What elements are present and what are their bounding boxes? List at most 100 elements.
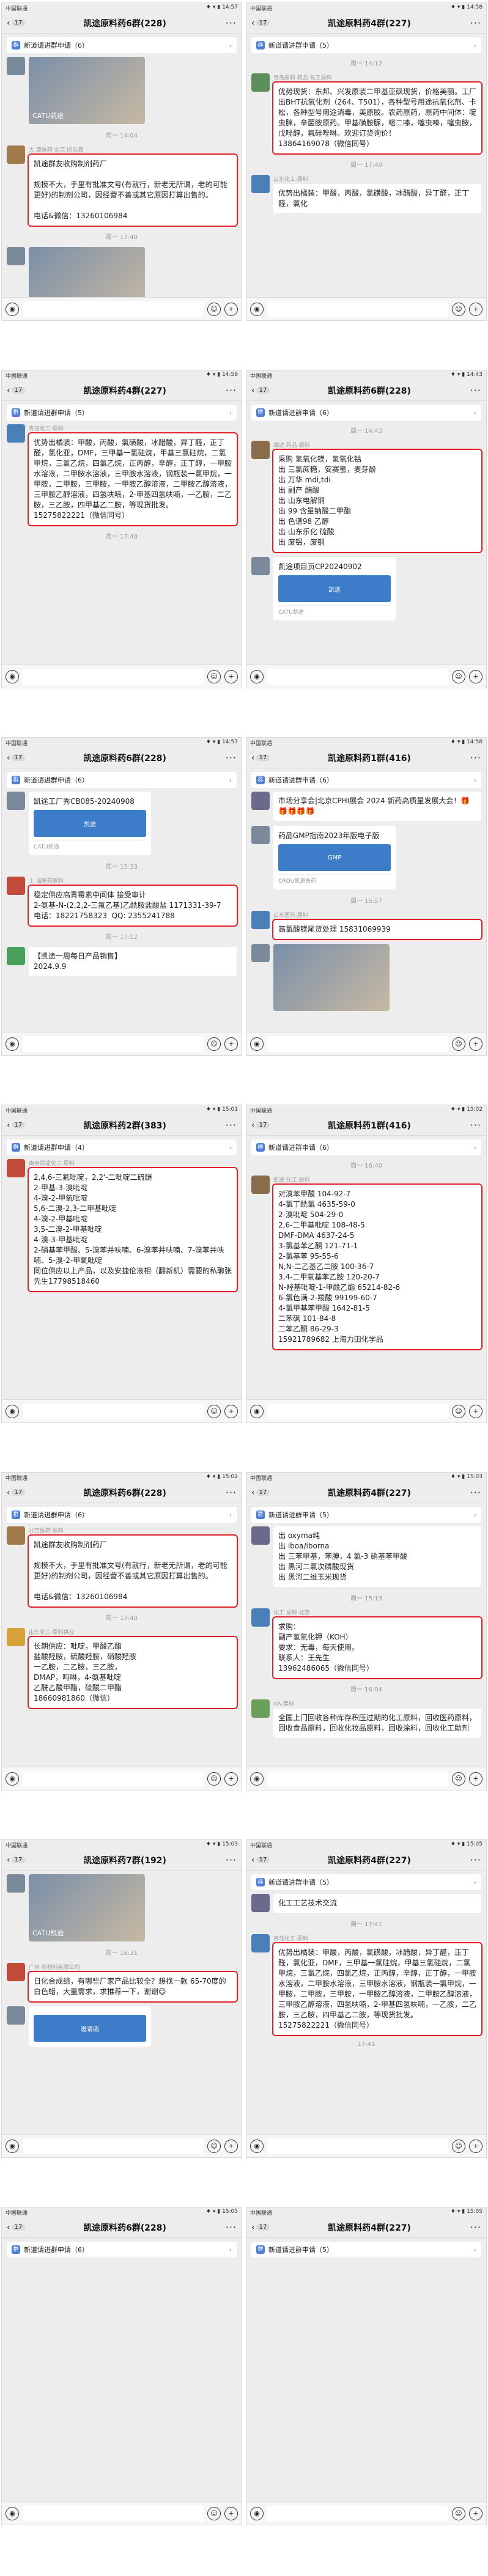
avatar[interactable]: [251, 1699, 270, 1718]
message-input[interactable]: [23, 2138, 204, 2154]
back-button[interactable]: ‹ 17: [251, 1120, 272, 1131]
avatar[interactable]: [7, 1526, 25, 1545]
back-button[interactable]: ‹ 17: [7, 1487, 28, 1498]
message-bubble[interactable]: 全国上门回收各种库存积压过期的化工原料，回收医药原料，回收食品原料，回收化妆品原…: [273, 1709, 481, 1738]
message-input[interactable]: [267, 301, 448, 317]
message-input[interactable]: [23, 301, 204, 317]
join-request-notice[interactable]: 群新道请进群申请（6） ›: [7, 37, 237, 53]
plus-icon[interactable]: +: [224, 1037, 238, 1051]
plus-icon[interactable]: +: [224, 302, 238, 316]
join-request-notice[interactable]: 群新道请进群申请（5） ›: [251, 2242, 481, 2258]
plus-icon[interactable]: +: [469, 669, 482, 683]
avatar[interactable]: [251, 1176, 270, 1194]
message-bubble[interactable]: 高氯酸镁尾货处理 15831069939: [272, 919, 482, 940]
voice-icon[interactable]: ◉: [250, 1404, 264, 1418]
message-input[interactable]: [23, 1770, 204, 1787]
more-options-icon[interactable]: ···: [222, 2221, 237, 2233]
avatar[interactable]: [251, 792, 270, 810]
more-options-icon[interactable]: ···: [222, 1119, 237, 1131]
join-request-notice[interactable]: 群新道请进群申请（6） ›: [7, 772, 237, 788]
emoji-icon[interactable]: ☺: [207, 1772, 221, 1786]
avatar[interactable]: [7, 947, 25, 965]
avatar[interactable]: [251, 826, 270, 844]
plus-icon[interactable]: +: [224, 669, 238, 683]
join-request-notice[interactable]: 群新道请进群申请（5） ›: [251, 37, 481, 53]
plus-icon[interactable]: +: [224, 1772, 238, 1786]
message-bubble[interactable]: 2,4,6-三氟吡啶，2,2'-二吡啶二硫醚 2-甲基-3-溴吡啶 4-溴-2-…: [28, 1167, 238, 1292]
voice-icon[interactable]: ◉: [250, 2139, 264, 2153]
avatar[interactable]: [7, 877, 25, 895]
back-button[interactable]: ‹ 17: [251, 1855, 272, 1866]
more-options-icon[interactable]: ···: [222, 17, 237, 29]
message-input[interactable]: [267, 2505, 448, 2522]
image-message[interactable]: [273, 944, 390, 1011]
avatar[interactable]: [251, 441, 270, 459]
message-bubble[interactable]: 求购： 副产氢氧化钾（KOH） 要求：无毒，每天使用。 联系人：王先生 1396…: [272, 1616, 482, 1679]
avatar[interactable]: [251, 911, 270, 929]
voice-icon[interactable]: ◉: [6, 669, 19, 683]
join-request-notice[interactable]: 群新道请进群申请（5） ›: [251, 1874, 481, 1890]
avatar[interactable]: [251, 175, 270, 193]
back-button[interactable]: ‹ 17: [7, 385, 28, 396]
message-bubble[interactable]: 【凯途一周每日产品销售】 2024.9.9: [29, 947, 237, 976]
avatar[interactable]: [251, 73, 270, 92]
back-button[interactable]: ‹ 17: [251, 18, 272, 29]
image-message[interactable]: CATU凯途: [29, 1874, 145, 1941]
join-request-notice[interactable]: 群新道请进群申请（6） ›: [7, 1507, 237, 1523]
back-button[interactable]: ‹ 17: [7, 18, 28, 29]
join-request-notice[interactable]: 群新道请进群申请（5） ›: [7, 405, 237, 421]
more-options-icon[interactable]: ···: [467, 1854, 481, 1866]
plus-icon[interactable]: +: [469, 1037, 482, 1051]
more-options-icon[interactable]: ···: [467, 17, 481, 29]
back-button[interactable]: ‹ 17: [251, 1487, 272, 1498]
message-bubble[interactable]: 优势现货：东邦、兴发原装二甲基亚砜现货，价格美丽。工厂出BHT抗氧化剂（264、…: [272, 81, 482, 155]
plus-icon[interactable]: +: [469, 1772, 482, 1786]
back-button[interactable]: ‹ 17: [7, 1120, 28, 1131]
image-message[interactable]: [29, 247, 145, 297]
message-bubble[interactable]: 对溴苯甲酸 104-92-7 4-氯丁酰氯 4635-59-0 2-溴吡啶 50…: [272, 1183, 482, 1350]
join-request-notice[interactable]: 群新道请进群申请（6） ›: [7, 2242, 237, 2258]
back-button[interactable]: ‹ 17: [7, 1855, 28, 1866]
plus-icon[interactable]: +: [469, 2506, 482, 2520]
plus-icon[interactable]: +: [224, 2506, 238, 2520]
more-options-icon[interactable]: ···: [467, 1487, 481, 1498]
emoji-icon[interactable]: ☺: [452, 2506, 465, 2520]
plus-icon[interactable]: +: [224, 2139, 238, 2153]
avatar[interactable]: [7, 145, 25, 164]
back-button[interactable]: ‹ 17: [7, 2222, 28, 2233]
message-bubble[interactable]: 市场分享会|北京CPHI展会 2024 新药高质量发展大会！🎁🎁🎁🎁🎁: [273, 792, 481, 821]
voice-icon[interactable]: ◉: [250, 1037, 264, 1051]
message-bubble[interactable]: 采购 氢氧化镁，氢氧化钴 出 三氯蔗糖，安赛蜜，麦芽酚 出 万华 mdi,tdi…: [272, 449, 482, 553]
avatar[interactable]: [7, 792, 25, 810]
link-card[interactable]: 凯途工厂秀CB085-20240908 凯途 CATU凯途: [29, 792, 151, 855]
avatar[interactable]: [7, 424, 25, 443]
back-button[interactable]: ‹ 17: [7, 753, 28, 764]
message-input[interactable]: [23, 1403, 204, 1419]
message-input[interactable]: [23, 2505, 204, 2522]
plus-icon[interactable]: +: [469, 2139, 482, 2153]
message-bubble[interactable]: 出 oxyma纯 出 iboa/iborna 出 三苯甲基，苯胂，4 氯-3 硝…: [273, 1526, 481, 1587]
more-options-icon[interactable]: ···: [222, 1854, 237, 1866]
message-bubble[interactable]: 凯途群友收购制剂药厂 规模不大，手里有批准文号(有就行，新老无所谓，老的可能更好…: [28, 1534, 238, 1608]
voice-icon[interactable]: ◉: [6, 1037, 19, 1051]
plus-icon[interactable]: +: [469, 1404, 482, 1418]
link-card[interactable]: 邀请函: [29, 2006, 151, 2047]
voice-icon[interactable]: ◉: [250, 2506, 264, 2520]
avatar[interactable]: [7, 2006, 25, 2025]
more-options-icon[interactable]: ···: [222, 752, 237, 764]
voice-icon[interactable]: ◉: [250, 1772, 264, 1786]
message-bubble[interactable]: 化工工艺技术交流: [273, 1894, 481, 1913]
more-options-icon[interactable]: ···: [467, 2221, 481, 2233]
emoji-icon[interactable]: ☺: [452, 1404, 465, 1418]
message-input[interactable]: [23, 1036, 204, 1052]
more-options-icon[interactable]: ···: [222, 385, 237, 396]
message-input[interactable]: [267, 668, 448, 685]
message-input[interactable]: [267, 1770, 448, 1787]
voice-icon[interactable]: ◉: [6, 2139, 19, 2153]
plus-icon[interactable]: +: [224, 1404, 238, 1418]
avatar[interactable]: [7, 1874, 25, 1893]
message-bubble[interactable]: 优势出橘装：甲酸，丙酸，氯磺酸，冰醋酸，异丁醛，正丁醛，氯化亚，DMF，三甲基一…: [272, 1942, 482, 2036]
more-options-icon[interactable]: ···: [467, 1119, 481, 1131]
emoji-icon[interactable]: ☺: [207, 669, 221, 683]
avatar[interactable]: [7, 57, 25, 75]
